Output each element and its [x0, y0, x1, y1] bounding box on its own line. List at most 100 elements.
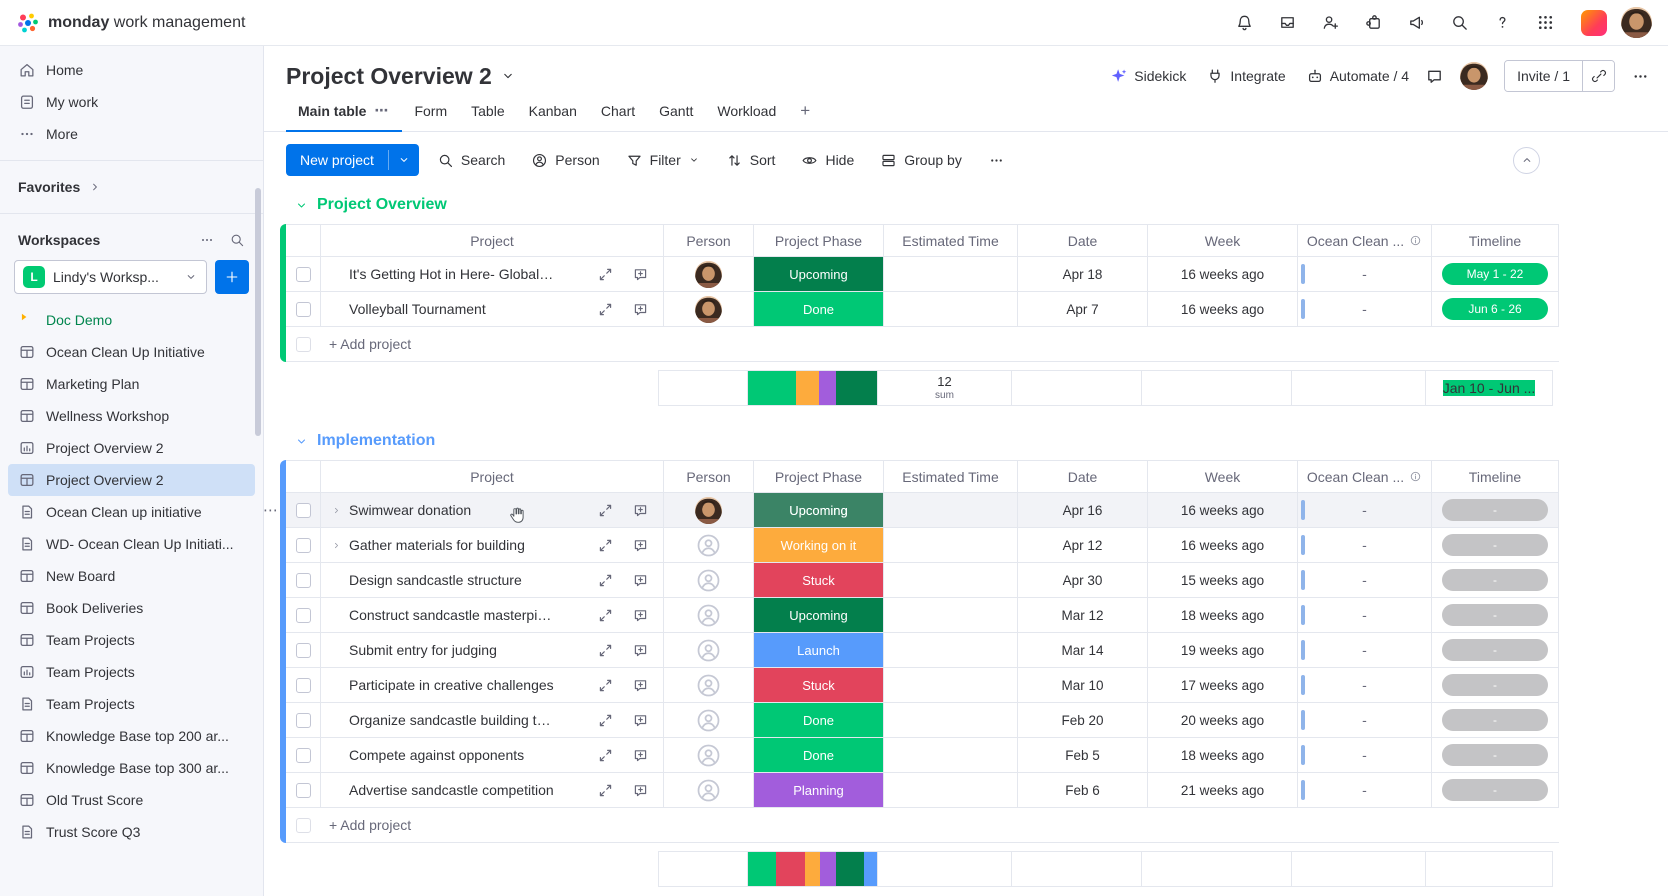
timeline-cell[interactable]: - — [1432, 738, 1559, 773]
add-update-icon[interactable] — [632, 502, 649, 519]
ocean-cell[interactable]: - — [1298, 773, 1432, 808]
phase-cell[interactable]: Working on it — [754, 528, 884, 563]
tab-chart[interactable]: Chart — [589, 92, 647, 132]
week-cell[interactable]: 18 weeks ago — [1148, 598, 1298, 633]
date-cell[interactable]: Apr 16 — [1018, 493, 1148, 528]
row-checkbox[interactable] — [295, 782, 311, 798]
date-cell[interactable]: Apr 7 — [1018, 292, 1148, 327]
add-view-tab[interactable]: + — [788, 92, 822, 132]
header-action-sidekick[interactable]: Sidekick — [1110, 67, 1186, 85]
date-cell[interactable]: Apr 30 — [1018, 563, 1148, 598]
tab-menu-icon[interactable]: ⋯ — [374, 102, 390, 119]
phase-cell[interactable]: Planning — [754, 773, 884, 808]
row-checkbox[interactable] — [295, 607, 311, 623]
timeline-cell[interactable]: - — [1432, 773, 1559, 808]
row-checkbox[interactable] — [295, 747, 311, 763]
sidebar-item-new-board[interactable]: New Board — [8, 560, 255, 592]
date-cell[interactable]: Mar 12 — [1018, 598, 1148, 633]
sidebar-item-marketing-plan[interactable]: Marketing Plan — [8, 368, 255, 400]
person-cell[interactable] — [664, 668, 754, 703]
new-project-caret[interactable] — [389, 144, 419, 176]
date-cell[interactable]: Feb 6 — [1018, 773, 1148, 808]
search-button[interactable]: Search — [427, 144, 515, 176]
monday-home-link[interactable]: monday work management — [16, 11, 245, 35]
row-checkbox[interactable] — [295, 266, 311, 282]
add-project-row[interactable]: + Add project — [286, 327, 1559, 362]
project-cell[interactable]: It's Getting Hot in Here- Global ... — [321, 257, 664, 292]
add-update-icon[interactable] — [632, 782, 649, 799]
sidebar-item-project-overview-2[interactable]: Project Overview 2 — [8, 464, 255, 496]
project-cell[interactable]: Compete against opponents — [321, 738, 664, 773]
sidebar-item-wd-ocean-clean-up-initiati[interactable]: WD- Ocean Clean Up Initiati... — [8, 528, 255, 560]
workspace-selector[interactable]: L Lindy's Worksp... — [14, 260, 207, 294]
project-cell[interactable]: Organize sandcastle building team — [321, 703, 664, 738]
filter-button[interactable]: Filter — [616, 144, 710, 176]
notifications-bell-icon[interactable] — [1235, 13, 1254, 32]
collapse-group-icon[interactable] — [294, 434, 309, 449]
invite-button[interactable]: Invite / 1 — [1505, 61, 1582, 91]
favorites-section[interactable]: Favorites — [0, 171, 263, 203]
search-icon[interactable] — [1450, 13, 1469, 32]
phase-cell[interactable]: Upcoming — [754, 493, 884, 528]
column-header-date[interactable]: Date — [1018, 224, 1148, 257]
add-update-icon[interactable] — [632, 266, 649, 283]
sidebar-item-knowledge-base-top-200-ar[interactable]: Knowledge Base top 200 ar... — [8, 720, 255, 752]
sidebar-item-more[interactable]: More — [8, 118, 255, 150]
tab-form[interactable]: Form — [402, 92, 459, 132]
ocean-cell[interactable]: - — [1298, 668, 1432, 703]
week-cell[interactable]: 16 weeks ago — [1148, 528, 1298, 563]
project-cell[interactable]: Design sandcastle structure — [321, 563, 664, 598]
sidebar-item-doc-demo[interactable]: Doc Demo — [8, 304, 255, 336]
add-update-icon[interactable] — [632, 537, 649, 554]
column-header-estimated-time[interactable]: Estimated Time — [884, 460, 1018, 493]
column-header-estimated-time[interactable]: Estimated Time — [884, 224, 1018, 257]
sidebar-item-old-trust-score[interactable]: Old Trust Score — [8, 784, 255, 816]
row-checkbox[interactable] — [295, 537, 311, 553]
project-cell[interactable]: Participate in creative challenges — [321, 668, 664, 703]
invite-members-icon[interactable] — [1321, 13, 1340, 32]
sidebar-item-my-work[interactable]: My work — [8, 86, 255, 118]
person-cell[interactable] — [664, 598, 754, 633]
week-cell[interactable]: 19 weeks ago — [1148, 633, 1298, 668]
open-item-icon[interactable] — [597, 712, 614, 729]
add-update-icon[interactable] — [632, 607, 649, 624]
board-chat-icon[interactable] — [1425, 67, 1444, 86]
person-cell[interactable] — [664, 633, 754, 668]
phase-cell[interactable]: Done — [754, 738, 884, 773]
sidebar-item-knowledge-base-top-300-ar[interactable]: Knowledge Base top 300 ar... — [8, 752, 255, 784]
project-cell[interactable]: Submit entry for judging — [321, 633, 664, 668]
timeline-cell[interactable]: - — [1432, 598, 1559, 633]
open-item-icon[interactable] — [597, 502, 614, 519]
column-header-project-phase[interactable]: Project Phase — [754, 460, 884, 493]
phase-distribution-bar[interactable] — [748, 371, 877, 405]
copy-link-button[interactable] — [1582, 61, 1614, 91]
person-cell[interactable] — [664, 292, 754, 327]
column-header-project[interactable]: Project — [321, 224, 664, 257]
column-header-ocean-clean[interactable]: Ocean Clean ... — [1298, 460, 1432, 493]
estimated-time-cell[interactable] — [884, 257, 1018, 292]
week-cell[interactable]: 16 weeks ago — [1148, 493, 1298, 528]
sidebar-item-ocean-clean-up-initiative[interactable]: Ocean Clean up initiative — [8, 496, 255, 528]
expand-subitems-icon[interactable] — [331, 505, 343, 516]
add-update-icon[interactable] — [632, 642, 649, 659]
info-icon[interactable] — [1409, 234, 1422, 247]
phase-cell[interactable]: Stuck — [754, 668, 884, 703]
week-cell[interactable]: 16 weeks ago — [1148, 257, 1298, 292]
estimated-time-cell[interactable] — [884, 703, 1018, 738]
timeline-cell[interactable]: May 1 - 22 — [1432, 257, 1559, 292]
date-cell[interactable]: Apr 18 — [1018, 257, 1148, 292]
apps-marketplace-icon[interactable] — [1364, 13, 1383, 32]
column-header-week[interactable]: Week — [1148, 460, 1298, 493]
tab-main-table[interactable]: Main table ⋯ — [286, 92, 403, 132]
row-checkbox[interactable] — [295, 572, 311, 588]
estimated-time-cell[interactable] — [884, 773, 1018, 808]
person-cell[interactable] — [664, 257, 754, 292]
tab-workload[interactable]: Workload — [705, 92, 788, 132]
ocean-cell[interactable]: - — [1298, 703, 1432, 738]
ocean-cell[interactable]: - — [1298, 633, 1432, 668]
collapse-header-button[interactable] — [1513, 146, 1540, 174]
estimated-time-cell[interactable] — [884, 493, 1018, 528]
phase-distribution-bar[interactable] — [748, 852, 877, 886]
ocean-cell[interactable]: - — [1298, 493, 1432, 528]
hide-button[interactable]: Hide — [791, 144, 864, 176]
